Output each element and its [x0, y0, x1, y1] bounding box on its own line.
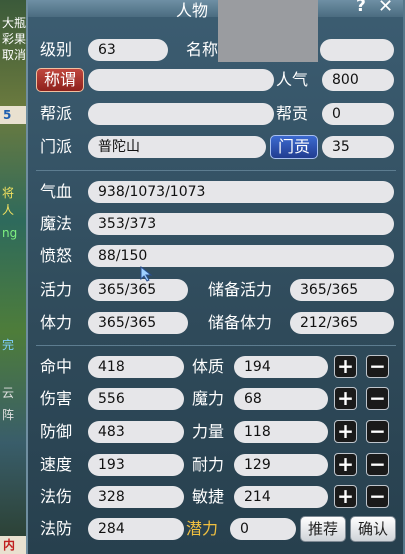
stamina-value: 365/365	[88, 312, 188, 334]
stat-value-speed: 193	[88, 454, 184, 476]
recommend-button[interactable]: 推荐	[300, 516, 346, 542]
sect-contribution-value: 35	[322, 136, 394, 158]
attr-plus-button-magic[interactable]: +	[334, 387, 357, 410]
stat-value-magic-damage: 328	[88, 486, 184, 508]
scene-text-9: 阵	[2, 408, 15, 422]
scene-text-7: 完	[2, 338, 15, 352]
gang-value	[88, 103, 274, 125]
scene-text-3: 取消	[2, 48, 27, 62]
sect-label: 门派	[40, 137, 73, 156]
attr-minus-button-constitution[interactable]: −	[366, 355, 389, 378]
attr-value-agility: 214	[234, 486, 328, 508]
stat-value-accuracy: 418	[88, 356, 184, 378]
stamina-label: 体力	[40, 313, 73, 332]
vitality-value: 365/365	[88, 279, 188, 301]
title-bar[interactable]: 人物 ? ✕	[28, 0, 403, 20]
popularity-value: 800	[322, 69, 394, 91]
attr-label-agility: 敏捷	[192, 487, 225, 506]
stat-value-magic-defense: 284	[88, 518, 184, 540]
attr-value-strength: 118	[234, 421, 328, 443]
stat-label-damage: 伤害	[40, 389, 73, 408]
level-value: 63	[88, 39, 168, 61]
attr-value-constitution: 194	[234, 356, 328, 378]
name-label: 名称	[186, 40, 219, 59]
window-title: 人物	[176, 1, 209, 20]
stat-value-defense: 483	[88, 421, 184, 443]
help-button[interactable]: ?	[356, 0, 366, 16]
attr-minus-button-endurance[interactable]: −	[366, 453, 389, 476]
redacted-block	[218, 0, 318, 62]
name-value	[320, 39, 394, 61]
sect-contribution-button[interactable]: 门贡	[270, 135, 318, 159]
stat-value-damage: 556	[88, 388, 184, 410]
hp-label: 气血	[40, 182, 73, 201]
potential-label: 潜力	[186, 519, 219, 538]
title-button[interactable]: 称谓	[36, 68, 84, 92]
attr-value-endurance: 129	[234, 454, 328, 476]
section-divider	[36, 345, 396, 346]
attr-minus-button-magic[interactable]: −	[366, 387, 389, 410]
popularity-label: 人气	[276, 70, 309, 89]
stat-label-speed: 速度	[40, 455, 73, 474]
reserve-vitality-value: 365/365	[290, 279, 394, 301]
rage-value: 88/150	[88, 245, 394, 267]
stat-label-magic-damage: 法伤	[40, 487, 73, 506]
attr-label-endurance: 耐力	[192, 455, 225, 474]
rage-label: 愤怒	[40, 246, 73, 265]
attr-value-magic: 68	[234, 388, 328, 410]
game-scene-background: 大瓶 彩果 取消 5 将 人 ng 完 云 阵 内	[0, 0, 28, 554]
scene-text-1: 大瓶	[2, 16, 27, 30]
attr-plus-button-endurance[interactable]: +	[334, 453, 357, 476]
attr-label-magic: 魔力	[192, 389, 225, 408]
attr-label-constitution: 体质	[192, 357, 225, 376]
attr-plus-button-constitution[interactable]: +	[334, 355, 357, 378]
attr-minus-button-agility[interactable]: −	[366, 485, 389, 508]
confirm-button[interactable]: 确认	[350, 516, 396, 542]
title-value	[88, 69, 274, 91]
section-divider	[36, 170, 396, 171]
scene-text-6: ng	[2, 226, 18, 240]
reserve-vitality-label: 储备活力	[208, 280, 273, 299]
stat-label-accuracy: 命中	[40, 357, 73, 376]
character-window: 人物 ? ✕ 级别 63 名称 称谓 人气 800 帮派 帮贡 0 门派 普陀山…	[26, 0, 405, 554]
reserve-stamina-value: 212/365	[290, 312, 394, 334]
sect-value: 普陀山	[88, 136, 266, 158]
mouse-cursor-icon	[140, 266, 153, 282]
attr-plus-button-agility[interactable]: +	[334, 485, 357, 508]
potential-value: 0	[230, 518, 296, 540]
scene-text-8: 云	[2, 386, 15, 400]
attr-minus-button-strength[interactable]: −	[366, 420, 389, 443]
hp-value: 938/1073/1073	[88, 181, 394, 203]
scene-text-10: 内	[0, 536, 26, 554]
close-button[interactable]: ✕	[378, 0, 393, 17]
scene-tag: 5	[0, 106, 26, 124]
mp-label: 魔法	[40, 214, 73, 233]
stat-label-magic-defense: 法防	[40, 519, 73, 538]
attr-label-strength: 力量	[192, 422, 225, 441]
gang-contribution-label: 帮贡	[276, 104, 309, 123]
scene-text-4: 将	[2, 186, 15, 200]
attr-plus-button-strength[interactable]: +	[334, 420, 357, 443]
reserve-stamina-label: 储备体力	[208, 313, 273, 332]
level-label: 级别	[40, 40, 73, 59]
scene-text-2: 彩果	[2, 32, 27, 46]
vitality-label: 活力	[40, 280, 73, 299]
stat-label-defense: 防御	[40, 422, 73, 441]
mp-value: 353/373	[88, 213, 394, 235]
gang-contribution-value: 0	[322, 103, 394, 125]
scene-text-5: 人	[2, 203, 15, 217]
gang-label: 帮派	[40, 104, 73, 123]
